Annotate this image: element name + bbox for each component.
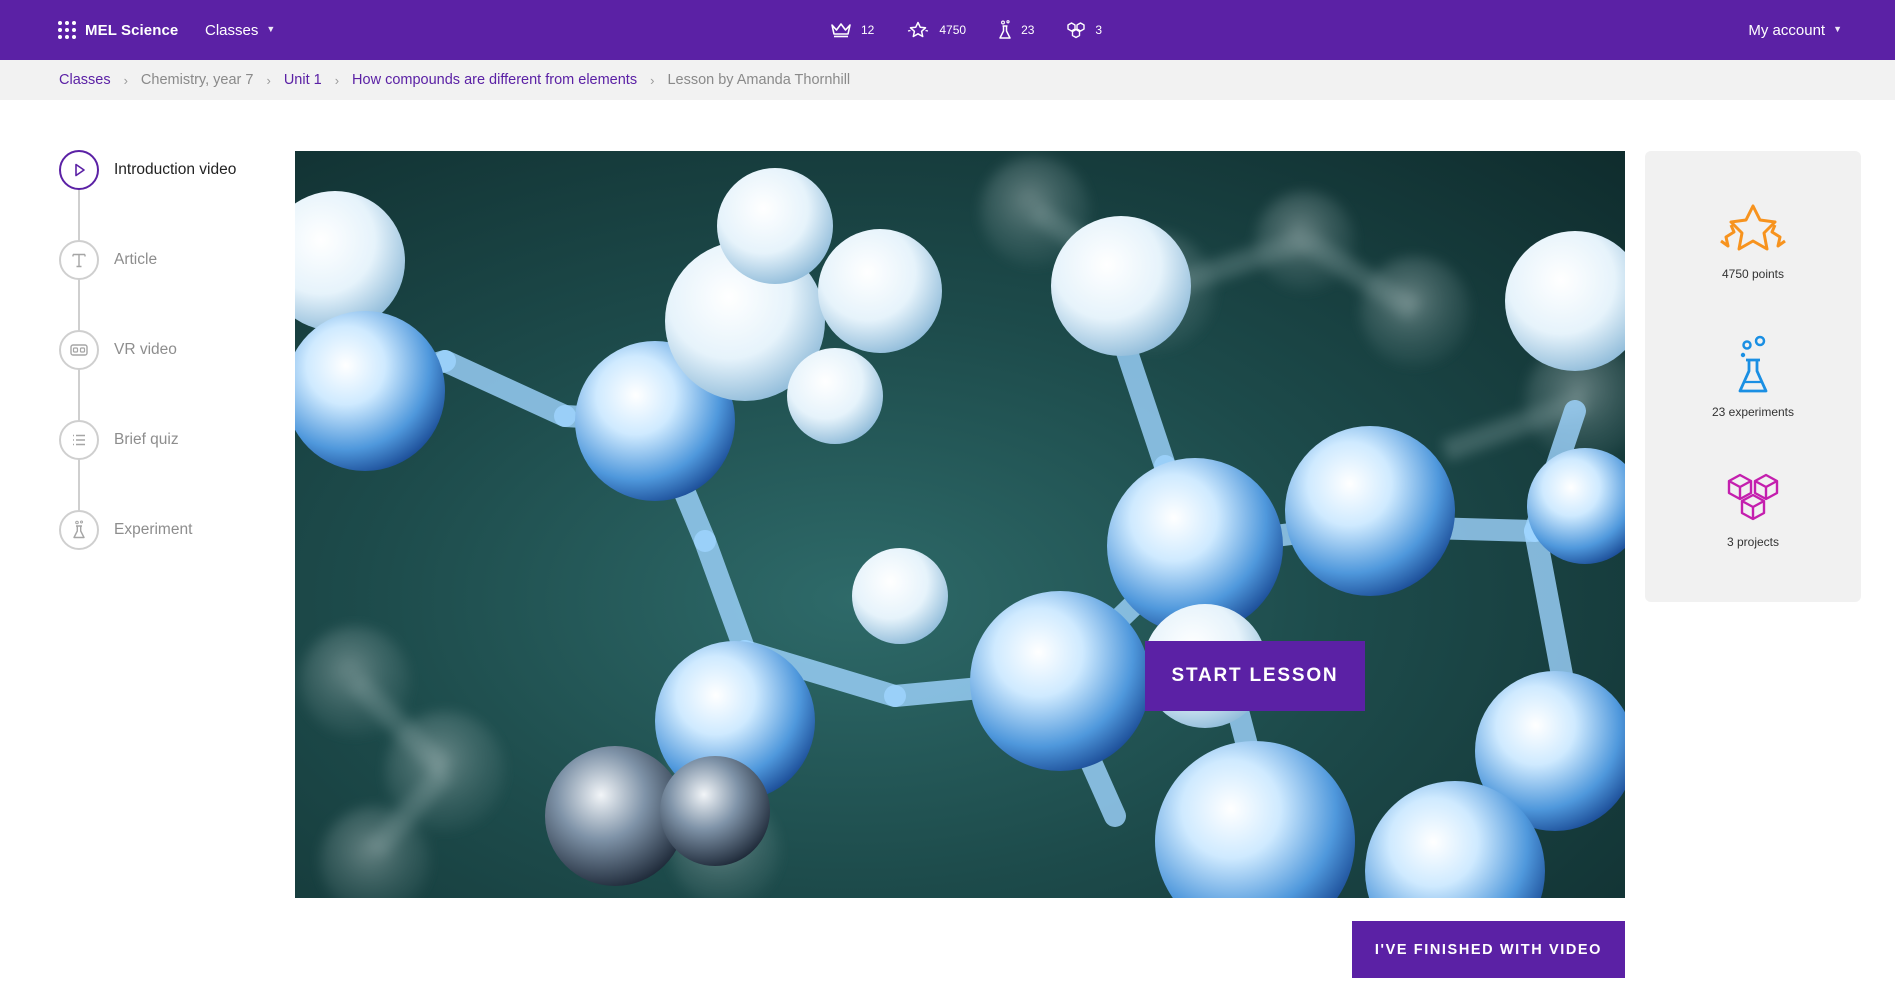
top-nav-bar: MEL Science Classes ▼ 12 4750 23 3 My ac… xyxy=(0,0,1895,60)
play-icon xyxy=(59,150,99,190)
summary-projects: 3 projects xyxy=(1645,471,1861,549)
breadcrumb-lesson: Lesson by Amanda Thornhill xyxy=(667,72,851,88)
stars-icon xyxy=(908,21,929,38)
account-dropdown[interactable]: My account ▼ xyxy=(1748,0,1842,60)
step-label: VR video xyxy=(114,341,177,358)
stat-experiments[interactable]: 23 xyxy=(998,20,1034,40)
intro-video-player[interactable]: START LESSON xyxy=(295,151,1625,898)
breadcrumb-separator-icon: › xyxy=(123,72,128,88)
step-label: Introduction video xyxy=(114,161,237,178)
crown-icon xyxy=(831,23,851,38)
list-icon xyxy=(59,420,99,460)
step-introduction-video[interactable]: Introduction video xyxy=(59,150,289,190)
step-article[interactable]: Article xyxy=(59,240,289,280)
breadcrumb-separator-icon: › xyxy=(266,72,271,88)
step-brief-quiz[interactable]: Brief quiz xyxy=(59,420,289,460)
start-lesson-button[interactable]: START LESSON xyxy=(1145,641,1365,711)
stat-projects-value: 3 xyxy=(1095,23,1103,37)
cubes-icon xyxy=(1727,473,1779,521)
classes-dropdown[interactable]: Classes ▼ xyxy=(205,0,275,60)
finished-video-button[interactable]: I'VE FINISHED WITH VIDEO xyxy=(1352,921,1625,978)
step-vr-video[interactable]: VR video xyxy=(59,330,289,370)
summary-points-label: 4750 points xyxy=(1721,267,1785,281)
vr-headset-icon xyxy=(59,330,99,370)
breadcrumb: Classes › Chemistry, year 7 › Unit 1 › H… xyxy=(0,60,1895,100)
summary-experiments: 23 experiments xyxy=(1645,335,1861,419)
stat-crowns[interactable]: 12 xyxy=(830,22,874,38)
brand-name: MEL Science xyxy=(85,21,179,39)
breadcrumb-topic[interactable]: How compounds are different from element… xyxy=(352,72,637,88)
text-icon xyxy=(59,240,99,280)
brand-menu[interactable]: MEL Science xyxy=(58,0,178,60)
step-label: Brief quiz xyxy=(114,431,179,448)
breadcrumb-course: Chemistry, year 7 xyxy=(140,72,254,88)
stat-points-value: 4750 xyxy=(939,23,967,37)
stat-projects[interactable]: 3 xyxy=(1066,21,1102,39)
summary-projects-label: 3 projects xyxy=(1726,535,1780,549)
apps-grid-icon xyxy=(58,21,76,39)
experiment-icon xyxy=(59,510,99,550)
flask-icon xyxy=(999,20,1011,39)
step-experiment[interactable]: Experiment xyxy=(59,510,289,550)
progress-summary-card: 4750 points 23 experiments 3 projects xyxy=(1645,151,1861,602)
stat-points[interactable]: 4750 xyxy=(906,21,966,39)
account-dropdown-label: My account xyxy=(1748,21,1826,39)
breadcrumb-classes[interactable]: Classes xyxy=(59,72,111,88)
step-label: Experiment xyxy=(114,521,193,538)
stat-crowns-value: 12 xyxy=(861,23,875,37)
flask-icon xyxy=(1738,335,1768,393)
stat-experiments-value: 23 xyxy=(1021,23,1035,37)
summary-experiments-label: 23 experiments xyxy=(1711,405,1795,419)
cubes-icon xyxy=(1067,22,1086,39)
chevron-down-icon: ▼ xyxy=(1833,24,1842,34)
stars-icon xyxy=(1720,204,1786,251)
breadcrumb-separator-icon: › xyxy=(650,72,655,88)
breadcrumb-separator-icon: › xyxy=(334,72,340,88)
step-label: Article xyxy=(114,251,158,268)
chevron-down-icon: ▼ xyxy=(266,24,276,34)
classes-dropdown-label: Classes xyxy=(205,21,259,39)
header-stats: 12 4750 23 3 xyxy=(830,0,1134,60)
summary-points: 4750 points xyxy=(1645,203,1861,281)
molecule-video-thumbnail xyxy=(295,156,1625,898)
breadcrumb-unit[interactable]: Unit 1 xyxy=(284,72,322,88)
